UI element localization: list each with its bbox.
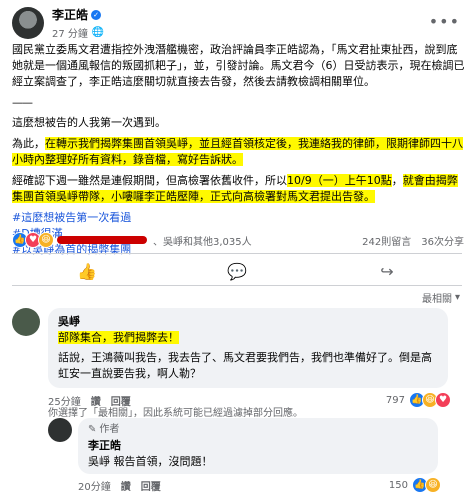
reactions-summary[interactable]: 、吳崢和其他3,035人 bbox=[153, 233, 252, 248]
author-badge: ✎ 作者 bbox=[88, 422, 428, 438]
comment-text: 話說，王鴻薇叫我告，我去告了、馬文君要我們告，我們也準備好了。倒是高虹安一直說要… bbox=[58, 351, 432, 380]
divider bbox=[12, 253, 462, 254]
post-paragraph-2: 這麼想被告的人我第一次遇到。 bbox=[12, 116, 166, 129]
comment-author[interactable]: 吳崢 bbox=[58, 314, 438, 330]
reply-time[interactable]: 20分鐘 bbox=[78, 478, 111, 493]
reactions-row: 👍 ♥ 😆 、吳崢和其他3,035人 242則留言 36次分享 bbox=[12, 230, 464, 250]
post-paragraph-3: 為此，在轉示我們揭弊集團首領吳崢，並且經首領核定後，我連絡我的律師，限期律師四十… bbox=[12, 137, 463, 166]
reply-like-button[interactable]: 讚 bbox=[121, 478, 131, 493]
verified-badge-icon: ✓ bbox=[91, 9, 102, 20]
shares-count[interactable]: 36次分享 bbox=[421, 233, 464, 248]
comment-button[interactable]: 💬 bbox=[162, 262, 312, 281]
post-actions: 👍 💬 ↪ bbox=[12, 258, 462, 284]
thumbs-up-icon: 👍 bbox=[77, 261, 97, 281]
author-badge-icon: ✎ bbox=[88, 424, 97, 435]
comments-count[interactable]: 242則留言 bbox=[362, 233, 411, 248]
comment-sort-dropdown[interactable]: 最相關 ▾ bbox=[422, 290, 460, 305]
redacted-names bbox=[57, 236, 147, 244]
commenter-avatar[interactable] bbox=[12, 308, 40, 336]
reply-meta: 20分鐘 讚 回覆 150 👍 😆 bbox=[78, 477, 441, 493]
hashtag-link[interactable]: #這麼想被告第一次看過 bbox=[12, 210, 466, 226]
author-name[interactable]: 李正皓 bbox=[52, 6, 88, 23]
post-header: 李正皓 ✓ 27 分鐘 🌐 bbox=[12, 6, 104, 40]
haha-reaction-icon[interactable]: 😆 bbox=[38, 232, 54, 248]
sort-label: 最相關 bbox=[421, 294, 452, 305]
reply-comment: ✎ 作者 李正皓 吳崢 報告首領，沒問題！ 20分鐘 讚 回覆 150 👍 😆 bbox=[48, 418, 458, 493]
post-body: 國民黨立委馬文君遭指控外洩潛艦機密，政治評論員李正皓認為，「馬文君扯東扯西，說到… bbox=[12, 42, 466, 258]
separator: —— bbox=[12, 96, 33, 109]
comment: 吳崢 部隊集合，我們揭弊去！ 話說，王鴻薇叫我告，我去告了、馬文君要我們告，我們… bbox=[12, 308, 462, 408]
reply-reactions[interactable]: 150 👍 😆 bbox=[388, 477, 441, 493]
reply-bubble: ✎ 作者 李正皓 吳崢 報告首領，沒問題！ bbox=[78, 418, 438, 474]
filter-note: 你選擇了「最相關」，因此系統可能已經過濾掉部分回應。 bbox=[48, 408, 303, 419]
like-button[interactable]: 👍 bbox=[12, 262, 162, 281]
globe-icon: 🌐 bbox=[91, 27, 105, 38]
highlight-date: 10/9（一）上午10點 bbox=[287, 174, 392, 187]
author-avatar[interactable] bbox=[12, 7, 44, 39]
reply-reaction-count: 150 bbox=[388, 479, 408, 491]
comment-bubble: 吳崢 部隊集合，我們揭弊去！ 話說，王鴻薇叫我告，我去告了、馬文君要我們告，我們… bbox=[48, 308, 448, 388]
comment-bubble-icon: 💬 bbox=[227, 261, 247, 281]
haha-reaction-icon: 😆 bbox=[425, 477, 441, 493]
more-options-icon[interactable]: ••• bbox=[429, 12, 460, 31]
divider bbox=[12, 285, 462, 286]
replier-avatar[interactable] bbox=[48, 418, 72, 442]
reply-author[interactable]: 李正皓 bbox=[88, 438, 428, 454]
reply-text: 吳崢 報告首領，沒問題！ bbox=[88, 455, 213, 468]
highlight-text: 部隊集合，我們揭弊去！ bbox=[58, 331, 179, 344]
share-button[interactable]: ↪ bbox=[312, 262, 462, 281]
reply-reply-button[interactable]: 回覆 bbox=[141, 478, 161, 493]
highlight-text: 在轉示我們揭弊集團首領吳崢，並且經首領核定後， bbox=[45, 137, 298, 150]
share-arrow-icon: ↪ bbox=[380, 261, 394, 281]
post-paragraph-1: 國民黨立委馬文君遭指控外洩潛艦機密，政治評論員李正皓認為，「馬文君扯東扯西，說到… bbox=[12, 43, 465, 88]
post-paragraph-4: 經確認下週一雖然是連假期間，但高檢署依舊收件，所以10/9（一）上午10點，就會… bbox=[12, 174, 458, 203]
chevron-down-icon: ▾ bbox=[454, 292, 460, 303]
post-time[interactable]: 27 分鐘 bbox=[52, 25, 88, 40]
